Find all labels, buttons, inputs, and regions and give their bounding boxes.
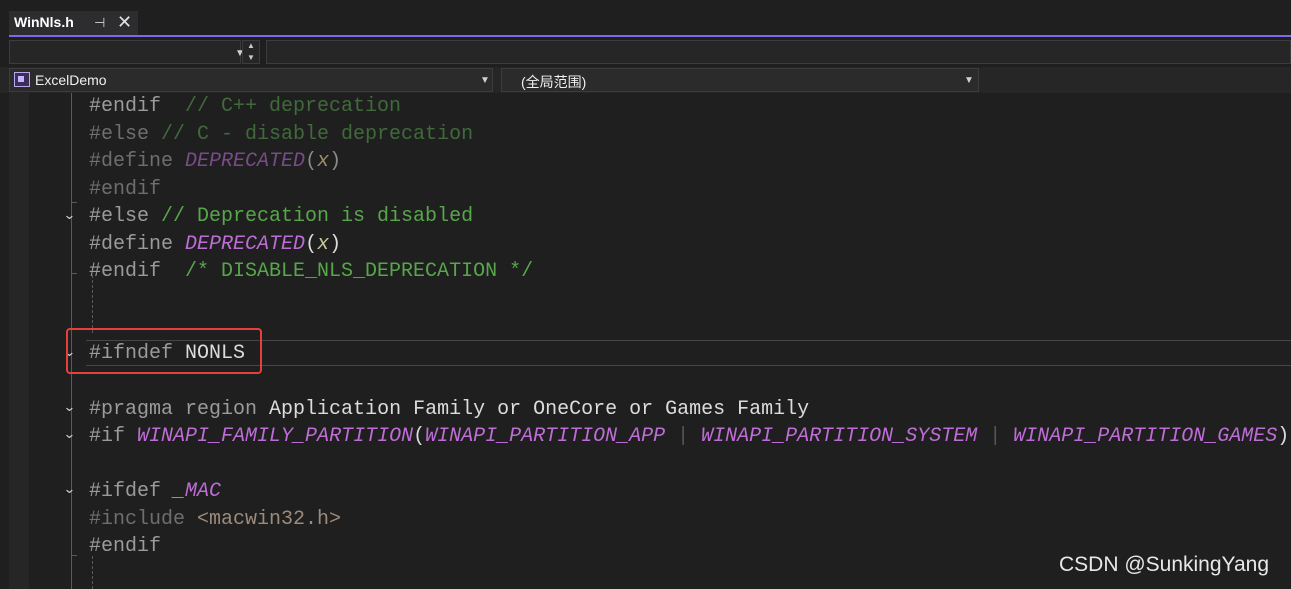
spin-down-icon[interactable]: ▼ [247, 53, 255, 62]
code-line: #endif [89, 177, 161, 203]
watermark: CSDN @SunkingYang [1059, 553, 1270, 576]
paren: ( [305, 150, 318, 173]
document-tab-strip: WinNls.h ⊣ ✕ [0, 0, 1291, 37]
code-line: #if WINAPI_FAMILY_PARTITION(WINAPI_PARTI… [89, 424, 1289, 450]
directive: #define [89, 233, 174, 256]
collapse-chevron-icon[interactable]: ⌄ [63, 207, 76, 223]
paren: ) [329, 233, 342, 256]
comment: // C - disable deprecation [149, 123, 474, 146]
directive: #endif [89, 178, 162, 201]
macro-name: WINAPI_PARTITION_APP [425, 425, 666, 448]
directive: #if [89, 425, 126, 448]
chevron-down-icon[interactable]: ▼ [964, 75, 974, 86]
code-line: #include <macwin32.h> [89, 507, 341, 533]
paren: ( [413, 425, 426, 448]
scope-label: (全局范围) [521, 74, 587, 90]
current-line-highlight [86, 340, 1291, 366]
code-line: #endif // C++ deprecation [89, 94, 401, 120]
code-line: #endif [89, 534, 161, 560]
collapse-chevron-icon[interactable]: ⌄ [63, 426, 76, 442]
code-line: #endif /* DISABLE_NLS_DEPRECATION */ [89, 259, 533, 285]
tab-winnls-h[interactable]: WinNls.h ⊣ ✕ [9, 11, 138, 36]
code-line: #else // C - disable deprecation [89, 122, 473, 148]
chevron-down-icon[interactable]: ▼ [480, 75, 490, 86]
macro-name: DEPRECATED [185, 150, 306, 173]
code-line: #define DEPRECATED(x) [89, 149, 341, 175]
code-line-ifndef-nonls: #ifndef NONLS [89, 341, 245, 367]
macro-name: _MAC [173, 480, 222, 503]
code-line: #ifdef _MAC [89, 479, 221, 505]
outline-tick [71, 273, 77, 274]
macro-name: WINAPI_FAMILY_PARTITION [137, 425, 414, 448]
toolbar-input[interactable] [266, 40, 1291, 64]
identifier: NONLS [185, 342, 246, 365]
project-dropdown[interactable]: ExcelDemo ▼ [9, 68, 493, 92]
directive: #endif [89, 535, 162, 558]
outline-tick [71, 555, 77, 556]
code-line: #define DEPRECATED(x) [89, 232, 341, 258]
navigation-bar: ExcelDemo ▼ (全局范围) ▼ [0, 67, 1291, 93]
code-editor[interactable]: ⌄ ⌄ ⌄ ⌄ ⌄ #endif // C++ deprecation #els… [0, 93, 1291, 589]
operator: | [977, 425, 1014, 448]
directive: #endif [89, 260, 162, 283]
spin-up-icon[interactable]: ▲ [247, 41, 255, 50]
macro-name: WINAPI_PARTITION_GAMES [1013, 425, 1278, 448]
toolbar: ▼ ▲ ▼ [0, 37, 1291, 67]
code-line: #pragma region Application Family or One… [89, 397, 809, 423]
collapse-chevron-icon[interactable]: ⌄ [63, 481, 76, 497]
paren: ( [305, 233, 318, 256]
directive: #endif [89, 95, 162, 118]
include-header: <macwin32.h> [197, 508, 342, 531]
directive: #else [89, 205, 150, 228]
project-icon [14, 72, 30, 87]
outline-guide-dashed [92, 556, 93, 589]
scope-dropdown[interactable]: (全局范围) ▼ [501, 68, 979, 92]
pin-icon[interactable]: ⊣ [94, 15, 105, 31]
macro-name: WINAPI_PARTITION_SYSTEM [701, 425, 978, 448]
macro-param: x [317, 150, 330, 173]
directive: #ifndef [89, 342, 174, 365]
operator: | [665, 425, 702, 448]
comment: // Deprecation is disabled [149, 205, 474, 228]
macro-param: x [317, 233, 330, 256]
directive: #pragma region [89, 398, 258, 421]
directive: #define [89, 150, 174, 173]
glyph-margin [9, 93, 29, 589]
project-label: ExcelDemo [35, 72, 107, 88]
directive: #include [89, 508, 186, 531]
tab-title: WinNls.h [14, 14, 74, 30]
collapse-chevron-icon[interactable]: ⌄ [63, 399, 76, 415]
code-line: #else // Deprecation is disabled [89, 204, 473, 230]
spin-control[interactable]: ▲ ▼ [242, 40, 260, 64]
directive: #else [89, 123, 150, 146]
outline-tick [71, 202, 77, 203]
directive: #ifdef [89, 480, 162, 503]
comment: // C++ deprecation [161, 95, 402, 118]
region-name: Application Family or OneCore or Games F… [269, 398, 810, 421]
paren: ) [329, 150, 342, 173]
paren: ) [1277, 425, 1290, 448]
close-icon[interactable]: ✕ [117, 12, 132, 32]
comment: /* DISABLE_NLS_DEPRECATION */ [161, 260, 534, 283]
macro-name: DEPRECATED [185, 233, 306, 256]
member-dropdown[interactable]: ▼ [9, 40, 245, 64]
